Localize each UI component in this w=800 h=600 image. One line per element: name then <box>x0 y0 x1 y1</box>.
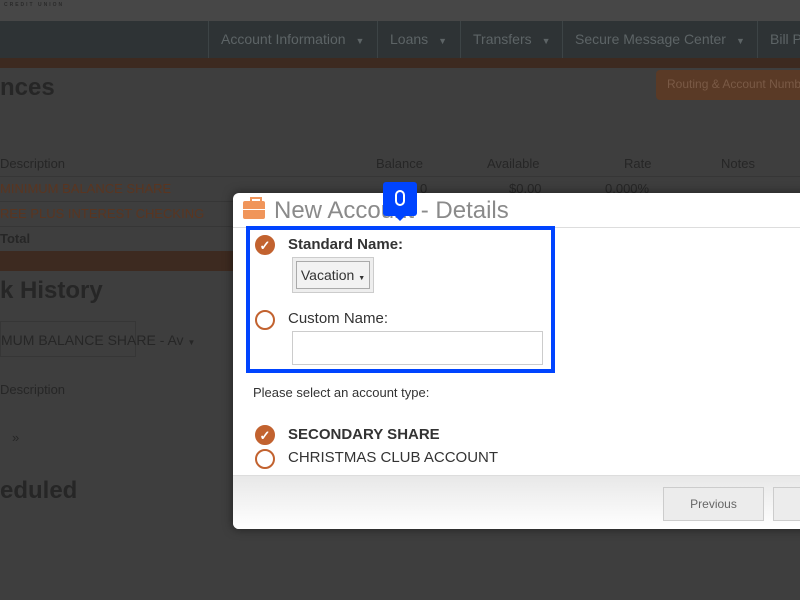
nav-bill-pay[interactable]: Bill P <box>757 21 800 58</box>
col-available: Available <box>487 156 540 171</box>
nav-transfers[interactable]: Transfers ▼ <box>460 21 551 58</box>
next-button[interactable] <box>773 487 800 521</box>
caret-down-icon: ▼ <box>187 338 196 347</box>
col-description: Description <box>0 156 66 171</box>
scheduled-heading: eduled <box>0 477 78 504</box>
nav-label: Loans <box>390 31 429 47</box>
mouse-icon <box>395 190 405 206</box>
nav-loans[interactable]: Loans ▼ <box>377 21 447 58</box>
nav-label: Transfers <box>473 31 532 47</box>
account-type-radio-christmas-club[interactable] <box>255 449 275 469</box>
caret-down-icon: ▼ <box>541 36 551 46</box>
previous-button[interactable]: Previous <box>663 487 764 521</box>
nav-label: Bill P <box>770 31 800 47</box>
main-nav: Account Information ▼ Loans ▼ Transfers ▼ S… <box>0 21 800 58</box>
routing-account-button[interactable]: Routing & Account Numb <box>656 70 800 100</box>
nav-account-information[interactable]: Account Information ▼ <box>208 21 364 58</box>
highlight-box <box>246 226 555 373</box>
history-heading: k History <box>0 277 103 304</box>
accent-strip <box>0 58 800 68</box>
col-notes: Notes <box>721 156 755 171</box>
modal-header: New Account - Details <box>233 193 800 228</box>
history-col-description: Description <box>0 382 66 397</box>
account-link[interactable]: MINIMUM BALANCE SHARE <box>0 177 171 201</box>
account-type-radio-secondary-share[interactable]: ✓ <box>255 425 275 445</box>
total-label: Total <box>0 231 31 246</box>
account-type-prompt: Please select an account type: <box>253 385 430 400</box>
caret-down-icon: ▼ <box>355 36 365 46</box>
col-rate: Rate <box>624 156 652 171</box>
col-balance: Balance <box>376 156 423 171</box>
account-type-label: CHRISTMAS CLUB ACCOUNT <box>288 449 499 466</box>
nav-label: Account Information <box>221 31 346 47</box>
account-type-label: SECONDARY SHARE <box>288 426 440 443</box>
caret-down-icon: ▼ <box>438 36 448 46</box>
history-account-select[interactable]: MUM BALANCE SHARE - Av ▼ <box>0 321 195 357</box>
caret-down-icon: ▼ <box>735 36 745 46</box>
nav-secure-message-center[interactable]: Secure Message Center ▼ <box>562 21 745 58</box>
select-value: MUM BALANCE SHARE - Av <box>1 332 184 348</box>
next-page-button[interactable]: » <box>12 430 19 445</box>
logo: CREDIT UNION <box>4 2 65 8</box>
click-indicator <box>383 182 417 221</box>
nav-label: Secure Message Center <box>575 31 726 47</box>
top-header: CREDIT UNION <box>0 0 800 21</box>
briefcase-icon <box>243 197 265 219</box>
account-link[interactable]: REE PLUS INTEREST CHECKING <box>0 202 204 226</box>
balances-heading: nces <box>0 74 55 101</box>
